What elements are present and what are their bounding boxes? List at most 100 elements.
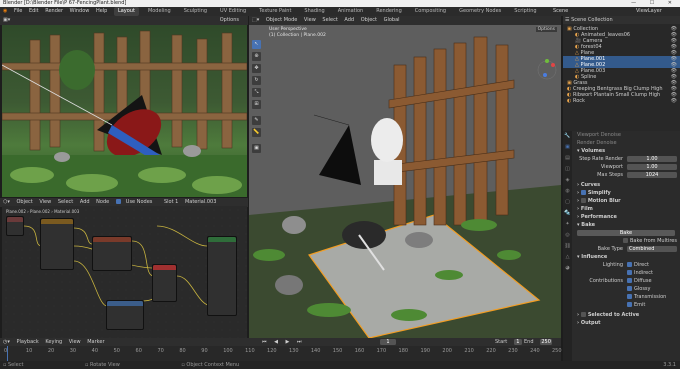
- view-layer-selector[interactable]: ViewLayer: [636, 7, 662, 16]
- shader-node-editor[interactable]: Plane.002 › Plane.002 › Material.003: [2, 206, 247, 338]
- bake-panel[interactable]: ▾ Bake: [573, 221, 680, 229]
- scale-tool-icon[interactable]: ⤡: [252, 88, 261, 97]
- timeline[interactable]: ◷▾ Playback Keying View Marker ⏮ ◀ ▶ ⏭ 1…: [0, 338, 562, 361]
- transmission-checkbox[interactable]: Transmission: [573, 293, 680, 301]
- direct-checkbox[interactable]: Direct: [627, 262, 649, 268]
- menu-window[interactable]: Window: [70, 8, 90, 14]
- tab-layout[interactable]: Layout: [113, 7, 139, 16]
- slot-selector[interactable]: Slot 1: [164, 199, 178, 205]
- bake-from-multires-row[interactable]: Bake from Multires: [573, 237, 680, 245]
- object-tab-icon[interactable]: ▢: [563, 197, 572, 208]
- view-layer-tab-icon[interactable]: ◫: [563, 164, 572, 175]
- node-menu-object[interactable]: Object: [16, 199, 32, 205]
- output-tab-icon[interactable]: ▤: [563, 153, 572, 164]
- physics-tab-icon[interactable]: ◎: [563, 230, 572, 241]
- material-selector[interactable]: Material.003: [185, 199, 216, 205]
- material-tab-icon[interactable]: ◕: [563, 263, 572, 274]
- 3d-viewport[interactable]: User Perspective (1) Collection | Plane.…: [249, 25, 561, 338]
- playhead[interactable]: [7, 346, 8, 361]
- outliner-item[interactable]: ◐ Rock 👁: [563, 98, 680, 104]
- tab-modeling[interactable]: Modeling: [144, 7, 175, 16]
- rotate-tool-icon[interactable]: ↻: [252, 76, 261, 85]
- node-color-ramp[interactable]: [92, 236, 132, 271]
- performance-panel[interactable]: › Performance: [573, 213, 680, 221]
- motion-blur-panel[interactable]: › Motion Blur: [573, 197, 680, 205]
- measure-tool-icon[interactable]: 📏: [252, 128, 261, 137]
- output-panel[interactable]: › Output: [573, 319, 680, 327]
- timeline-menu-keying[interactable]: Keying: [45, 339, 62, 345]
- viewport-type-icon[interactable]: ⬚▾: [252, 17, 259, 23]
- tab-shading[interactable]: Shading: [300, 7, 328, 16]
- tab-rendering[interactable]: Rendering: [372, 7, 406, 16]
- current-frame-field[interactable]: 1: [380, 338, 401, 346]
- step-rate-render-field[interactable]: 1.00: [627, 155, 677, 162]
- bake-button[interactable]: Bake: [577, 229, 675, 236]
- viewport-menu-object[interactable]: Object: [361, 17, 377, 23]
- tab-texture-paint[interactable]: Texture Paint: [255, 7, 295, 16]
- timeline-menu-playback[interactable]: Playback: [16, 339, 38, 345]
- render-tab-icon[interactable]: ▣: [563, 142, 572, 153]
- node-principled-bsdf[interactable]: [207, 236, 237, 316]
- cursor-tool-icon[interactable]: ⊕: [252, 52, 261, 61]
- simplify-panel[interactable]: › Simplify: [573, 189, 680, 197]
- film-panel[interactable]: › Film: [573, 205, 680, 213]
- menu-render[interactable]: Render: [45, 8, 63, 14]
- annotate-tool-icon[interactable]: ✎: [252, 116, 261, 125]
- menu-edit[interactable]: Edit: [29, 8, 39, 14]
- viewport-menu-view[interactable]: View: [304, 17, 316, 23]
- node-menu-view[interactable]: View: [39, 199, 51, 205]
- diffuse-checkbox[interactable]: Diffuse: [627, 278, 652, 284]
- select-tool-icon[interactable]: ↖: [252, 40, 261, 49]
- viewport-menu-select[interactable]: Select: [322, 17, 337, 23]
- move-tool-icon[interactable]: ✥: [252, 64, 261, 73]
- tab-sculpting[interactable]: Sculpting: [180, 7, 211, 16]
- node-bump[interactable]: [106, 300, 144, 330]
- end-frame-field[interactable]: End 250: [524, 338, 557, 346]
- tab-animation[interactable]: Animation: [334, 7, 368, 16]
- constraints-tab-icon[interactable]: ⛓: [563, 241, 572, 252]
- use-nodes-checkbox[interactable]: Use Nodes: [115, 199, 158, 205]
- data-tab-icon[interactable]: △: [563, 252, 572, 263]
- viewport-menu-add[interactable]: Add: [344, 17, 354, 23]
- transform-tool-icon[interactable]: ⊞: [252, 100, 261, 109]
- visibility-eye-icon[interactable]: 👁: [671, 98, 677, 104]
- emit-checkbox[interactable]: Emit: [573, 301, 680, 309]
- tab-geometry-nodes[interactable]: Geometry Nodes: [455, 7, 505, 16]
- outliner[interactable]: ☰ Scene Collection ▣ Collection 👁 ◐ Animat…: [563, 16, 680, 131]
- node-mix-shader[interactable]: [152, 264, 177, 302]
- selected-to-active-panel[interactable]: › Selected to Active: [573, 311, 680, 319]
- tab-uv-editing[interactable]: UV Editing: [216, 7, 250, 16]
- node-texture-coord[interactable]: [6, 216, 24, 236]
- volumes-panel[interactable]: ▾ Volumes: [573, 147, 680, 155]
- node-editor-type-icon[interactable]: ⬡▾: [3, 199, 10, 205]
- editor-type-icon[interactable]: ▣▾: [3, 17, 10, 23]
- world-tab-icon[interactable]: ◍: [563, 186, 572, 197]
- menu-help[interactable]: Help: [96, 8, 107, 14]
- viewport-step-field[interactable]: 1.00: [627, 163, 677, 170]
- glossy-checkbox[interactable]: Glossy: [573, 285, 680, 293]
- image-editor-options[interactable]: Options: [220, 16, 239, 25]
- indirect-checkbox[interactable]: Indirect: [573, 269, 680, 277]
- node-image-texture[interactable]: [40, 218, 74, 270]
- bake-type-dropdown[interactable]: Combined: [627, 245, 677, 252]
- max-steps-field[interactable]: 1024: [627, 171, 677, 178]
- start-frame-field[interactable]: Start 1: [495, 338, 527, 346]
- curves-panel[interactable]: › Curves: [573, 181, 680, 189]
- scene-tab-icon[interactable]: ◈: [563, 175, 572, 186]
- timeline-menu-view[interactable]: View: [69, 339, 81, 345]
- playback-controls[interactable]: ⏮ ◀ ▶ ⏭: [262, 338, 304, 346]
- modifier-tab-icon[interactable]: 🔩: [563, 208, 572, 219]
- tool-tab-icon[interactable]: 🔧: [563, 131, 572, 142]
- add-cube-tool-icon[interactable]: ▣: [252, 144, 261, 153]
- node-menu-select[interactable]: Select: [58, 199, 73, 205]
- particles-tab-icon[interactable]: ✦: [563, 219, 572, 230]
- blender-logo-icon[interactable]: ◉: [3, 8, 7, 14]
- transform-orientation[interactable]: Global: [384, 17, 400, 23]
- object-mode-selector[interactable]: Object Mode: [266, 17, 298, 23]
- tab-compositing[interactable]: Compositing: [411, 7, 450, 16]
- timeline-menu-marker[interactable]: Marker: [87, 339, 104, 345]
- timeline-type-icon[interactable]: ◷▾: [3, 339, 10, 345]
- menu-file[interactable]: File: [14, 8, 22, 14]
- node-menu-add[interactable]: Add: [80, 199, 90, 205]
- tab-scripting[interactable]: Scripting: [510, 7, 540, 16]
